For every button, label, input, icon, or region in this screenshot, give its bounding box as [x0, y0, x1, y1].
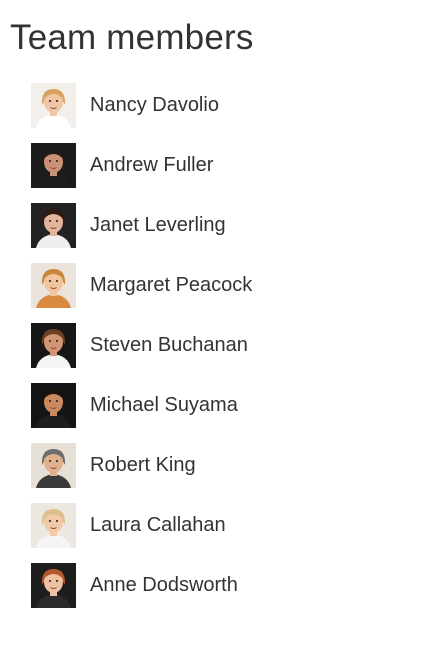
member-item-robert-king[interactable]: Robert King — [31, 443, 411, 503]
member-item-steven-buchanan[interactable]: Steven Buchanan — [31, 323, 411, 383]
member-item-margaret-peacock[interactable]: Margaret Peacock — [31, 263, 411, 323]
portrait-icon — [31, 83, 76, 128]
portrait-graphic — [31, 443, 76, 488]
portrait-icon — [31, 443, 76, 488]
member-name: Steven Buchanan — [90, 334, 248, 356]
member-name: Andrew Fuller — [90, 154, 214, 176]
portrait-icon — [31, 563, 76, 608]
member-name: Nancy Davolio — [90, 94, 219, 116]
member-name: Janet Leverling — [90, 214, 226, 236]
member-name: Laura Callahan — [90, 514, 226, 536]
portrait-graphic — [31, 263, 76, 308]
portrait-graphic — [31, 503, 76, 548]
member-name: Margaret Peacock — [90, 274, 253, 296]
portrait-icon — [31, 143, 76, 188]
page-title: Team members — [10, 18, 254, 57]
member-item-laura-callahan[interactable]: Laura Callahan — [31, 503, 411, 563]
member-item-michael-suyama[interactable]: Michael Suyama — [31, 383, 411, 443]
member-name: Anne Dodsworth — [90, 574, 238, 596]
portrait-graphic — [31, 323, 76, 368]
member-item-janet-leverling[interactable]: Janet Leverling — [31, 203, 411, 263]
member-item-andrew-fuller[interactable]: Andrew Fuller — [31, 143, 411, 203]
portrait-icon — [31, 323, 76, 368]
member-item-anne-dodsworth[interactable]: Anne Dodsworth — [31, 563, 411, 623]
member-name: Michael Suyama — [90, 394, 238, 416]
member-item-nancy-davolio[interactable]: Nancy Davolio — [31, 83, 411, 143]
portrait-graphic — [31, 563, 76, 608]
portrait-icon — [31, 503, 76, 548]
portrait-graphic — [31, 83, 76, 128]
portrait-icon — [31, 383, 76, 428]
portrait-icon — [31, 263, 76, 308]
portrait-graphic — [31, 203, 76, 248]
portrait-graphic — [31, 143, 76, 188]
portrait-icon — [31, 203, 76, 248]
member-list: Nancy Davolio Andrew Fuller Janet Leverl… — [31, 83, 411, 623]
portrait-graphic — [31, 383, 76, 428]
member-name: Robert King — [90, 454, 196, 476]
